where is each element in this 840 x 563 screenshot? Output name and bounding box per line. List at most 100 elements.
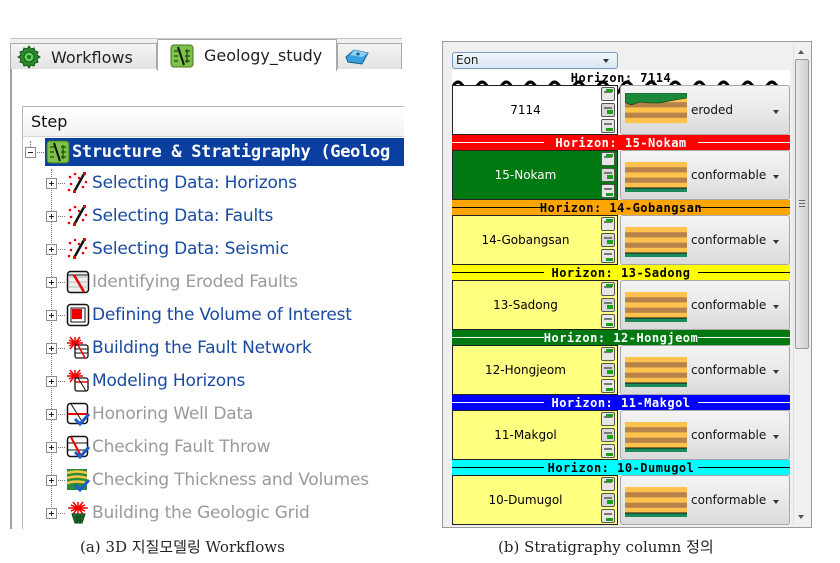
horizon-band[interactable]: Horizon: 15-Nokam bbox=[452, 135, 790, 150]
unit-bottom-button-icon[interactable] bbox=[601, 379, 615, 393]
unit-bottom-button-icon[interactable] bbox=[601, 509, 615, 523]
expand-toggle[interactable] bbox=[46, 210, 57, 222]
strat-unit-box[interactable]: 15-Nokam bbox=[452, 150, 618, 200]
expand-toggle[interactable] bbox=[46, 342, 57, 354]
strat-unit-box[interactable]: 12-Hongjeom bbox=[452, 345, 618, 395]
scroll-down-arrow-icon[interactable] bbox=[798, 515, 804, 519]
unit-middle-button-icon[interactable] bbox=[601, 428, 615, 442]
strat-unit-box[interactable]: 7114 bbox=[452, 85, 618, 135]
unit-middle-button-icon[interactable] bbox=[601, 168, 615, 182]
strat-unit-box[interactable]: 10-Dumugol bbox=[452, 475, 618, 525]
underlying-layer bbox=[625, 383, 687, 387]
strata-layer bbox=[625, 112, 687, 118]
collapse-toggle[interactable] bbox=[25, 146, 36, 158]
tree-item-honoring-well-data[interactable]: Honoring Well Data bbox=[46, 399, 253, 429]
tree-item-building-fault-network[interactable]: Building the Fault Network bbox=[46, 333, 312, 363]
expand-toggle[interactable] bbox=[46, 441, 57, 453]
horizon-band[interactable]: Horizon: 10-Dumugol bbox=[452, 460, 790, 475]
unit-middle-button-icon[interactable] bbox=[601, 298, 615, 312]
expand-toggle[interactable] bbox=[46, 408, 57, 420]
tab-bar: Workflows Geology_study bbox=[10, 38, 402, 71]
tree-root-selected[interactable]: Structure & Stratigraphy (Geolog bbox=[45, 138, 404, 166]
contact-type-value: conformable bbox=[691, 168, 767, 182]
unit-top-button-icon[interactable] bbox=[601, 412, 615, 426]
expand-toggle[interactable] bbox=[46, 375, 57, 387]
unit-top-button-icon[interactable] bbox=[601, 152, 615, 166]
tab-workflows[interactable]: Workflows bbox=[10, 43, 157, 70]
tree-item-selecting-data-seismic[interactable]: Selecting Data: Seismic bbox=[46, 234, 289, 264]
horizon-line bbox=[698, 467, 790, 468]
contact-line bbox=[625, 382, 687, 384]
tree-item-defining-volume-of-interest[interactable]: Defining the Volume of Interest bbox=[46, 300, 352, 330]
horizon-band[interactable]: Horizon: 14-Gobangsan bbox=[452, 200, 790, 215]
tab-content: Step Structure & Stratigraphy (Geolog Se… bbox=[10, 69, 404, 529]
horizon-band[interactable]: Horizon: 13-Sadong bbox=[452, 265, 790, 280]
unit-button-group bbox=[601, 477, 615, 523]
unit-button-group bbox=[601, 347, 615, 393]
unit-bottom-button-icon[interactable] bbox=[601, 314, 615, 328]
strata-layer bbox=[625, 117, 687, 124]
column-header-step[interactable]: Step bbox=[23, 107, 404, 137]
expand-toggle[interactable] bbox=[46, 177, 57, 189]
expand-toggle[interactable] bbox=[46, 276, 57, 288]
vertical-scrollbar[interactable] bbox=[793, 44, 809, 525]
contact-type-select[interactable]: conformable bbox=[620, 345, 790, 395]
unit-bottom-button-icon[interactable] bbox=[601, 119, 615, 133]
contact-type-select[interactable]: conformable bbox=[620, 215, 790, 265]
horizon-line bbox=[452, 272, 544, 273]
underlying-layer bbox=[625, 448, 687, 452]
chevron-down-icon bbox=[773, 370, 779, 374]
tree-item-checking-thickness-volumes[interactable]: Checking Thickness and Volumes bbox=[46, 465, 369, 495]
scroll-up-arrow-icon[interactable] bbox=[798, 50, 804, 54]
unit-top-button-icon[interactable] bbox=[601, 282, 615, 296]
expand-toggle[interactable] bbox=[46, 474, 57, 486]
contact-type-select[interactable]: conformable bbox=[620, 150, 790, 200]
contact-type-select[interactable]: conformable bbox=[620, 475, 790, 525]
contact-type-select[interactable]: conformable bbox=[620, 410, 790, 460]
unit-top-button-icon[interactable] bbox=[601, 347, 615, 361]
scrollbar-thumb[interactable] bbox=[795, 59, 809, 349]
tree-item-modeling-horizons[interactable]: Modeling Horizons bbox=[46, 366, 245, 396]
underlying-layer bbox=[625, 318, 687, 322]
unit-bottom-button-icon[interactable] bbox=[601, 249, 615, 263]
tree-item-checking-fault-throw[interactable]: Checking Fault Throw bbox=[46, 432, 270, 462]
strat-unit-box[interactable]: 11-Makgol bbox=[452, 410, 618, 460]
tree-connector bbox=[58, 215, 65, 217]
strat-unit-name: 10-Dumugol bbox=[488, 493, 563, 507]
unit-bottom-button-icon[interactable] bbox=[601, 184, 615, 198]
unit-top-button-icon[interactable] bbox=[601, 477, 615, 491]
contact-type-select[interactable]: eroded bbox=[620, 85, 790, 135]
tree-item-identifying-eroded-faults[interactable]: Identifying Eroded Faults bbox=[46, 267, 298, 297]
horizon-band[interactable]: Horizon: 12-Hongjeom bbox=[452, 330, 790, 345]
tab-label: Geology_study bbox=[204, 46, 323, 65]
tree-item-selecting-data-faults[interactable]: Selecting Data: Faults bbox=[46, 201, 273, 231]
unit-top-button-icon[interactable] bbox=[601, 217, 615, 231]
contact-type-value: conformable bbox=[691, 298, 767, 312]
chevron-down-icon bbox=[773, 110, 779, 114]
strat-unit-box[interactable]: 14-Gobangsan bbox=[452, 215, 618, 265]
tab-3d-model[interactable] bbox=[337, 43, 402, 70]
tab-geology-study[interactable]: Geology_study bbox=[157, 39, 337, 71]
tree-item-selecting-data-horizons[interactable]: Selecting Data: Horizons bbox=[46, 168, 297, 198]
unit-middle-button-icon[interactable] bbox=[601, 363, 615, 377]
horizon-band[interactable]: Horizon: 7114 bbox=[452, 70, 790, 96]
unit-middle-button-icon[interactable] bbox=[601, 493, 615, 507]
select-data-icon bbox=[66, 237, 90, 261]
strat-unit-name: 7114 bbox=[510, 103, 541, 117]
unit-bottom-button-icon[interactable] bbox=[601, 444, 615, 458]
eon-select[interactable]: Eon bbox=[452, 52, 618, 69]
unit-middle-button-icon[interactable] bbox=[601, 103, 615, 117]
horizon-band[interactable]: Horizon: 11-Makgol bbox=[452, 395, 790, 410]
tree-item-label: Selecting Data: Faults bbox=[92, 206, 274, 226]
expand-toggle[interactable] bbox=[46, 243, 57, 255]
strat-unit-box[interactable]: 13-Sadong bbox=[452, 280, 618, 330]
contact-type-value: conformable bbox=[691, 363, 767, 377]
unit-top-button-icon[interactable] bbox=[601, 87, 615, 101]
unit-middle-button-icon[interactable] bbox=[601, 233, 615, 247]
tree-item-building-geologic-grid[interactable]: Building the Geologic Grid bbox=[46, 498, 310, 528]
tree-root-item[interactable]: Structure & Stratigraphy (Geolog bbox=[23, 137, 404, 167]
expand-toggle[interactable] bbox=[46, 309, 57, 321]
contact-type-select[interactable]: conformable bbox=[620, 280, 790, 330]
expand-toggle[interactable] bbox=[46, 507, 57, 519]
contact-line bbox=[625, 447, 687, 449]
